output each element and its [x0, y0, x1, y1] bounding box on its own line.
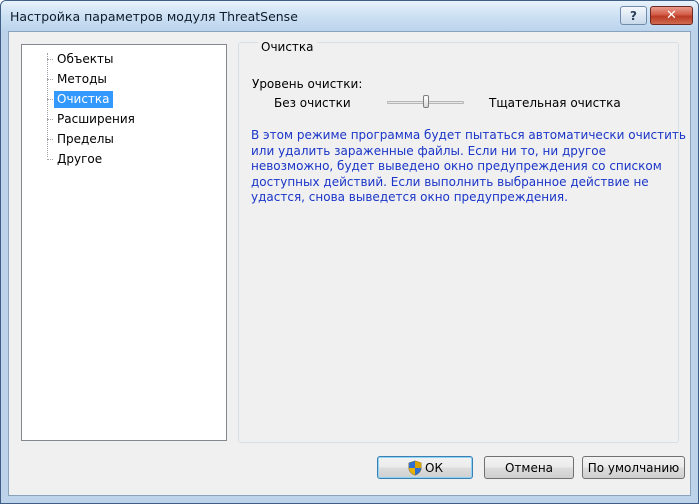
tree-connector-line — [47, 53, 48, 157]
dialog-window: Настройка параметров модуля ThreatSense … — [0, 0, 699, 504]
tree-connector — [47, 59, 53, 60]
tree-item-label: Очистка — [54, 91, 113, 108]
slider-thumb[interactable] — [423, 95, 429, 108]
shield-icon — [408, 460, 422, 475]
tree-item-label: Расширения — [57, 112, 135, 126]
slider-min-label: Без очистки — [274, 96, 351, 110]
tree-connector — [47, 99, 53, 100]
tree-connector — [47, 159, 53, 160]
slider-max-label: Тщательная очистка — [489, 96, 621, 110]
close-button[interactable]: ✕ — [650, 6, 693, 25]
window-title: Настройка параметров модуля ThreatSense — [10, 9, 298, 24]
dialog-body: Объекты Методы Очистка Расширения Предел… — [8, 31, 691, 496]
tree-item-label: Объекты — [57, 52, 114, 66]
tree-item-label: Пределы — [57, 132, 114, 146]
mode-description: В этом режиме программа будет пытаться а… — [251, 128, 686, 204]
default-button-label: По умолчанию — [587, 460, 680, 475]
settings-tree[interactable]: Объекты Методы Очистка Расширения Предел… — [21, 44, 227, 441]
tree-connector — [47, 119, 53, 120]
title-bar[interactable]: Настройка параметров модуля ThreatSense … — [1, 1, 698, 31]
groupbox-title: Очистка — [258, 40, 317, 54]
tree-connector — [47, 139, 53, 140]
help-button[interactable]: ? — [620, 6, 647, 25]
help-icon: ? — [630, 8, 637, 23]
default-button[interactable]: По умолчанию — [582, 456, 685, 479]
tree-connector — [47, 79, 53, 80]
tree-item-label: Другое — [57, 152, 103, 166]
cleaning-level-label: Уровень очистки: — [252, 77, 363, 91]
ok-button-label: ОК — [425, 460, 443, 475]
close-icon: ✕ — [666, 8, 677, 23]
cancel-button-label: Отмена — [504, 460, 554, 475]
ok-button[interactable]: ОК — [377, 456, 473, 479]
tree-item-label: Методы — [57, 72, 107, 86]
cancel-button[interactable]: Отмена — [484, 456, 574, 479]
